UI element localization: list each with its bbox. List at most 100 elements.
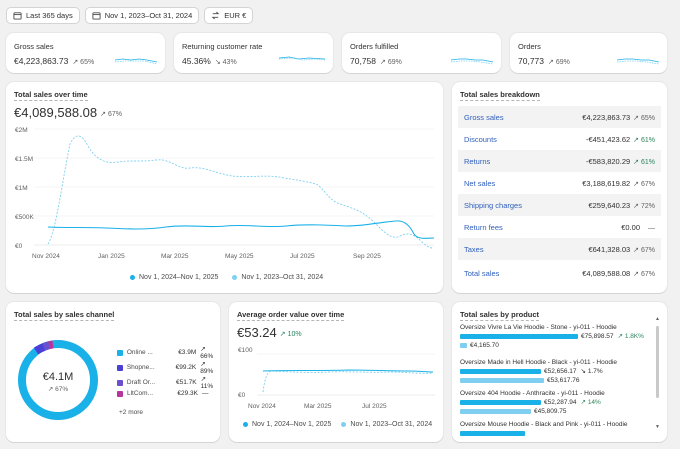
scroll-up-icon[interactable]: ▲ [655, 316, 660, 322]
legend-swatch [117, 390, 123, 397]
legend-item-current[interactable]: Nov 1, 2024–Nov 1, 2025 [130, 274, 218, 281]
product-value-current: €75,898.57 [581, 332, 614, 340]
product-name: Oversize Made in Hell Hoodie - Black - y… [460, 359, 618, 366]
kpi-gross-sales-card[interactable]: Gross sales €4,223,863.73 ↗ 65% [6, 33, 165, 73]
breakdown-row: Discounts -€451,423.62 ↗ 61% [464, 134, 655, 144]
product-item[interactable]: Oversize Vivre La Vie Hoodie - Stone - y… [460, 324, 670, 349]
card-title[interactable]: Total sales breakdown [460, 90, 540, 101]
card-title[interactable]: Total sales over time [14, 90, 88, 101]
sales-breakdown-card: Total sales breakdown Gross sales €4,223,… [452, 82, 667, 293]
channel-legend-row[interactable]: LltCom... €29.3K — [117, 390, 209, 397]
channel-legend-row[interactable]: Draft Or... €51.7K ↗ 11% [117, 375, 220, 390]
currency-button[interactable]: EUR € [204, 7, 254, 24]
kpi-sparkline [279, 56, 325, 61]
sales-total-value: €4,089,588.08 ↗ 67% [14, 105, 122, 120]
period-filter-label: Last 365 days [26, 11, 73, 20]
breakdown-label-link[interactable]: Returns [464, 157, 490, 166]
product-bar-previous [460, 342, 467, 348]
chart-legend: Nov 1, 2024–Nov 1, 2025 Nov 1, 2023–Oct … [243, 421, 432, 428]
breakdown-value: €4,223,863.73 [582, 112, 631, 122]
breakdown-label-link[interactable]: Net sales [464, 179, 495, 188]
kpi-orders-fulfilled-card[interactable]: Orders fulfilled 70,758 ↗ 69% [342, 33, 501, 73]
legend-swatch [117, 364, 123, 371]
breakdown-label-link[interactable]: Gross sales [464, 113, 504, 122]
breakdown-value: -€583,820.29 [585, 156, 631, 166]
breakdown-value: €641,328.03 [588, 244, 631, 254]
kpi-title: Returning customer rate [182, 42, 263, 51]
period-filter-button[interactable]: Last 365 days [6, 7, 80, 24]
more-channels-link[interactable]: +2 more [119, 409, 143, 416]
legend-item-previous[interactable]: Nov 1, 2023–Oct 31, 2024 [232, 274, 323, 281]
breakdown-row: Net sales €3,188,619.82 ↗ 67% [464, 178, 655, 188]
card-title[interactable]: Total sales by sales channel [14, 310, 115, 321]
product-bar-current [460, 368, 541, 374]
x-tick-label: Jan 2025 [98, 253, 125, 260]
product-list-scrollbar[interactable] [656, 326, 659, 398]
sales-by-product-card: Total sales by product Oversize Vivre La… [452, 302, 667, 442]
card-title[interactable]: Total sales by product [460, 310, 540, 321]
breakdown-label-link[interactable]: Shipping charges [464, 201, 522, 210]
product-item[interactable]: Oversize 404 Hoodie - Anthracite - yi-01… [460, 390, 670, 415]
channel-legend-row[interactable]: Shopne... €99.2K ↗ 89% [117, 360, 220, 375]
x-tick-label: Sep 2025 [353, 253, 381, 260]
kpi-title: Gross sales [14, 42, 54, 51]
channel-label: Draft Or... [126, 379, 156, 386]
product-bar-current [460, 430, 525, 436]
y-tick-label: €100 [238, 347, 253, 354]
breakdown-row: Return fees €0.00 — [458, 216, 661, 238]
product-bar-current [460, 399, 541, 405]
breakdown-value: -€451,423.62 [585, 134, 631, 144]
kpi-returning-rate-card[interactable]: Returning customer rate 45.36% ↘ 43% [174, 33, 333, 73]
breakdown-label-link[interactable]: Return fees [464, 223, 503, 232]
x-tick-label: May 2025 [225, 253, 254, 260]
x-tick-label: Nov 2024 [248, 403, 276, 410]
product-bar-previous [460, 377, 544, 383]
aov-line-chart: €100 €0 Nov 2024 Mar 2025 Jul 2025 [238, 347, 435, 410]
product-item[interactable]: Oversize Made in Hell Hoodie - Black - y… [460, 359, 670, 384]
breakdown-label-link[interactable]: Total sales [464, 269, 499, 278]
scroll-down-icon[interactable]: ▼ [655, 424, 660, 430]
kpi-sparkline [451, 58, 493, 65]
channel-donut-chart: €4.1M ↗ 67% [18, 340, 98, 420]
breakdown-label-link[interactable]: Discounts [464, 135, 497, 144]
breakdown-value: €0.00 [621, 222, 640, 232]
kpi-value: 45.36% ↘ 43% [182, 56, 237, 66]
card-title[interactable]: Average order value over time [237, 310, 345, 321]
date-range-label: Nov 1, 2023–Oct 31, 2024 [104, 11, 193, 20]
breakdown-value: €4,089,588.08 [582, 268, 631, 278]
product-value-current: €52,287.94 [544, 398, 577, 406]
donut-segment-lltcom[interactable] [47, 340, 54, 350]
calendar-icon [13, 12, 22, 20]
donut-segment-draft[interactable] [42, 341, 51, 351]
sales-over-time-card: Total sales over time €4,089,588.08 ↗ 67%… [6, 82, 443, 293]
legend-item-current[interactable]: Nov 1, 2024–Nov 1, 2025 [243, 421, 331, 428]
product-value-previous: €4,165.70 [470, 341, 499, 349]
currency-label: EUR € [224, 11, 247, 20]
product-item[interactable]: Oversize Mouse Hoodie - Black and Pink -… [460, 421, 670, 437]
channel-legend-row[interactable]: Online ... €3.9M ↗ 66% [117, 345, 220, 360]
x-tick-label: Nov 2024 [32, 253, 60, 260]
product-name: Oversize Vivre La Vie Hoodie - Stone - y… [460, 324, 617, 331]
legend-item-previous[interactable]: Nov 1, 2023–Oct 31, 2024 [341, 421, 432, 428]
date-range-button[interactable]: Nov 1, 2023–Oct 31, 2024 [84, 7, 200, 24]
product-value-previous: €53,617.76 [547, 376, 580, 384]
breakdown-row: Returns -€583,820.29 ↗ 61% [458, 150, 661, 172]
y-tick-label: €0 [15, 243, 23, 250]
breakdown-label-link[interactable]: Taxes [464, 245, 484, 254]
breakdown-row: Shipping charges €259,640.23 ↗ 72% [458, 194, 661, 216]
previous-period-series-line [47, 135, 433, 249]
legend-swatch [117, 379, 123, 386]
y-tick-label: €500K [15, 214, 34, 221]
product-value-previous: €45,809.75 [534, 407, 567, 415]
aov-value: €53.24 ↗ 10% [237, 325, 302, 340]
y-tick-label: €0 [238, 392, 246, 399]
kpi-value: 70,758 ↗ 69% [350, 56, 402, 66]
calendar-icon [92, 12, 101, 20]
donut-segment-shopnet[interactable] [33, 343, 46, 355]
kpi-orders-card[interactable]: Orders 70,773 ↗ 69% [510, 33, 667, 73]
kpi-value: €4,223,863.73 ↗ 65% [14, 56, 95, 66]
breakdown-row: Gross sales €4,223,863.73 ↗ 65% [458, 106, 661, 128]
product-value-current: €52,656.17 [544, 367, 577, 375]
sales-line-chart: €2M €1.5M €1M €500K €0 Nov 2024 Jan 2025… [15, 127, 435, 260]
x-tick-label: Mar 2025 [161, 253, 189, 260]
